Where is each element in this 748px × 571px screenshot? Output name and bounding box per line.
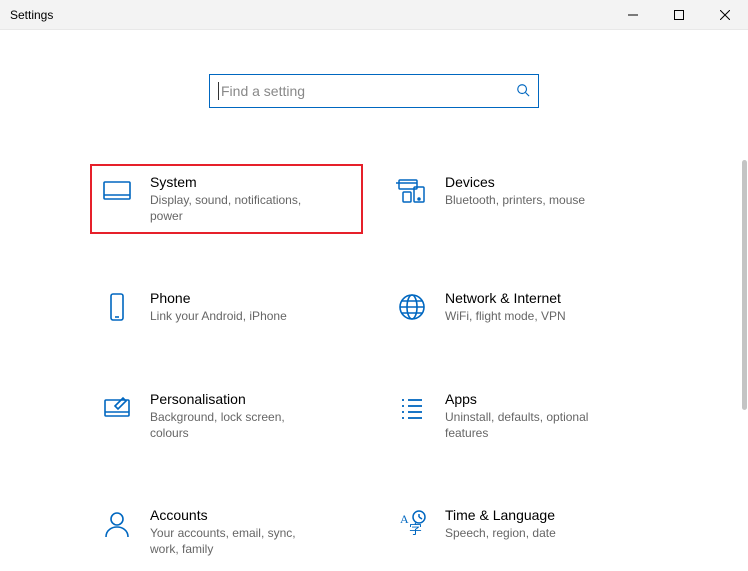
tile-title: Network & Internet xyxy=(445,290,648,306)
tile-text: Accounts Your accounts, email, sync, wor… xyxy=(150,507,353,557)
tile-text: Devices Bluetooth, printers, mouse xyxy=(445,174,648,208)
tile-title: Devices xyxy=(445,174,648,190)
time-language-icon: A字 xyxy=(395,507,429,541)
tile-personalisation[interactable]: Personalisation Background, lock screen,… xyxy=(94,385,359,447)
window-controls xyxy=(610,0,748,29)
personalisation-icon xyxy=(100,391,134,425)
maximize-icon xyxy=(674,10,684,20)
svg-text:A: A xyxy=(400,512,409,526)
titlebar: Settings xyxy=(0,0,748,30)
tile-text: Apps Uninstall, defaults, optional featu… xyxy=(445,391,648,441)
tile-desc: Speech, region, date xyxy=(445,525,615,541)
vertical-scrollbar[interactable] xyxy=(742,160,747,410)
tile-title: System xyxy=(150,174,353,190)
phone-icon xyxy=(100,290,134,324)
minimize-icon xyxy=(628,10,638,20)
tile-accounts[interactable]: Accounts Your accounts, email, sync, wor… xyxy=(94,501,359,563)
tile-title: Personalisation xyxy=(150,391,353,407)
window-title: Settings xyxy=(10,8,53,22)
tile-desc: WiFi, flight mode, VPN xyxy=(445,308,615,324)
accounts-icon xyxy=(100,507,134,541)
tile-title: Apps xyxy=(445,391,648,407)
close-button[interactable] xyxy=(702,0,748,29)
tile-text: System Display, sound, notifications, po… xyxy=(150,174,353,224)
tile-title: Phone xyxy=(150,290,353,306)
system-icon xyxy=(100,174,134,208)
search-input[interactable] xyxy=(221,83,516,99)
text-cursor xyxy=(218,82,219,100)
tile-time-language[interactable]: A字 Time & Language Speech, region, date xyxy=(389,501,654,563)
tile-title: Accounts xyxy=(150,507,353,523)
tile-desc: Bluetooth, printers, mouse xyxy=(445,192,615,208)
tile-text: Network & Internet WiFi, flight mode, VP… xyxy=(445,290,648,324)
tile-text: Phone Link your Android, iPhone xyxy=(150,290,353,324)
tile-devices[interactable]: Devices Bluetooth, printers, mouse xyxy=(389,168,654,230)
minimize-button[interactable] xyxy=(610,0,656,29)
settings-grid: System Display, sound, notifications, po… xyxy=(94,168,654,571)
tile-network[interactable]: Network & Internet WiFi, flight mode, VP… xyxy=(389,284,654,330)
search-box[interactable] xyxy=(209,74,539,108)
tile-text: Time & Language Speech, region, date xyxy=(445,507,648,541)
tile-desc: Link your Android, iPhone xyxy=(150,308,320,324)
maximize-button[interactable] xyxy=(656,0,702,29)
close-icon xyxy=(720,10,730,20)
tile-text: Personalisation Background, lock screen,… xyxy=(150,391,353,441)
network-icon xyxy=(395,290,429,324)
svg-text:字: 字 xyxy=(409,522,422,537)
tile-phone[interactable]: Phone Link your Android, iPhone xyxy=(94,284,359,330)
tile-desc: Uninstall, defaults, optional features xyxy=(445,409,615,441)
tile-desc: Display, sound, notifications, power xyxy=(150,192,320,224)
tile-desc: Your accounts, email, sync, work, family xyxy=(150,525,320,557)
tile-title: Time & Language xyxy=(445,507,648,523)
tile-desc: Background, lock screen, colours xyxy=(150,409,320,441)
devices-icon xyxy=(395,174,429,208)
search-icon xyxy=(516,83,530,100)
tile-apps[interactable]: Apps Uninstall, defaults, optional featu… xyxy=(389,385,654,447)
tile-system[interactable]: System Display, sound, notifications, po… xyxy=(94,168,359,230)
content-area: System Display, sound, notifications, po… xyxy=(0,30,748,571)
search-wrap xyxy=(0,74,748,108)
apps-icon xyxy=(395,391,429,425)
